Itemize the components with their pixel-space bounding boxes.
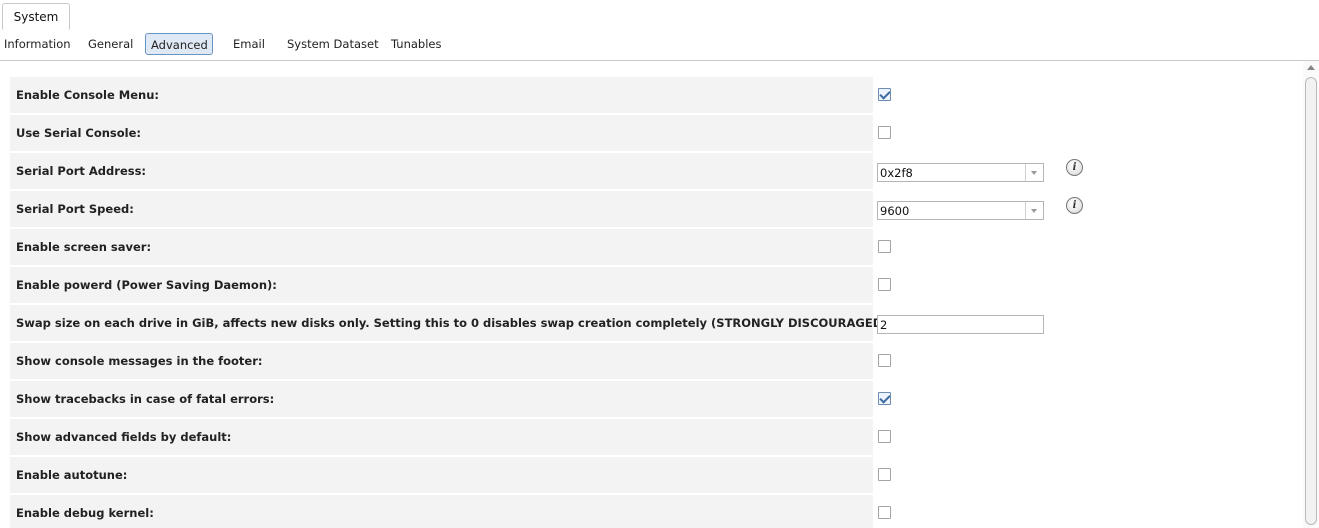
form-row-swap-size: Swap size on each drive in GiB, affects … (10, 305, 1290, 341)
field-label: Serial Port Speed: (10, 191, 873, 227)
form-row-serial-port-address: Serial Port Address: 0x2f8 i (10, 153, 1290, 189)
debug-kernel-checkbox[interactable] (878, 506, 891, 519)
field-label: Use Serial Console: (10, 115, 873, 151)
powerd-checkbox[interactable] (878, 278, 891, 291)
subtab-advanced[interactable]: Advanced (145, 33, 213, 55)
form-row-powerd: Enable powerd (Power Saving Daemon): (10, 267, 1290, 303)
scroll-up-arrow-icon[interactable] (1307, 65, 1315, 70)
form-row-autotune: Enable autotune: (10, 457, 1290, 493)
field-label: Swap size on each drive in GiB, affects … (10, 305, 892, 341)
vertical-scrollbar[interactable] (1303, 61, 1319, 528)
form-row-advanced-fields: Show advanced fields by default: (10, 419, 1290, 455)
form-row-debug-kernel: Enable debug kernel: (10, 495, 1290, 528)
swap-size-input[interactable] (877, 315, 1044, 334)
field-label: Serial Port Address: (10, 153, 873, 189)
info-icon[interactable]: i (1066, 197, 1083, 214)
subtab-system-dataset[interactable]: System Dataset (287, 33, 379, 55)
subtab-general[interactable]: General (88, 33, 133, 55)
advanced-settings-form: Enable Console Menu: Use Serial Console:… (0, 61, 1303, 528)
scrollbar-thumb[interactable] (1305, 77, 1317, 525)
field-label: Show console messages in the footer: (10, 343, 873, 379)
select-value: 0x2f8 (880, 166, 913, 180)
form-row-console-menu: Enable Console Menu: (10, 77, 1290, 113)
console-menu-checkbox[interactable] (878, 88, 891, 101)
serial-console-checkbox[interactable] (878, 126, 891, 139)
form-row-serial-port-speed: Serial Port Speed: 9600 i (10, 191, 1290, 227)
field-label: Show advanced fields by default: (10, 419, 873, 455)
field-label: Enable debug kernel: (10, 495, 873, 528)
chevron-down-icon[interactable] (1025, 202, 1043, 219)
field-label: Enable autotune: (10, 457, 873, 493)
subtab-email[interactable]: Email (233, 33, 265, 55)
serial-port-speed-select[interactable]: 9600 (877, 201, 1044, 220)
form-row-screen-saver: Enable screen saver: (10, 229, 1290, 265)
chevron-down-icon[interactable] (1025, 164, 1043, 181)
field-label: Enable Console Menu: (10, 77, 873, 113)
tracebacks-checkbox[interactable] (878, 392, 891, 405)
select-value: 9600 (880, 204, 910, 218)
field-label: Enable powerd (Power Saving Daemon): (10, 267, 873, 303)
screen-saver-checkbox[interactable] (878, 240, 891, 253)
info-icon[interactable]: i (1066, 159, 1083, 176)
form-row-console-messages: Show console messages in the footer: (10, 343, 1290, 379)
field-label: Show tracebacks in case of fatal errors: (10, 381, 873, 417)
subtab-bar: Information General Advanced Email Syste… (0, 31, 1319, 61)
subtab-tunables[interactable]: Tunables (391, 33, 441, 55)
console-messages-checkbox[interactable] (878, 354, 891, 367)
autotune-checkbox[interactable] (878, 468, 891, 481)
tab-system[interactable]: System (2, 3, 70, 30)
form-row-tracebacks: Show tracebacks in case of fatal errors: (10, 381, 1290, 417)
main-tabbar: System (0, 0, 1319, 32)
form-row-serial-console: Use Serial Console: (10, 115, 1290, 151)
subtab-information[interactable]: Information (4, 33, 71, 55)
field-label: Enable screen saver: (10, 229, 873, 265)
advanced-fields-checkbox[interactable] (878, 430, 891, 443)
serial-port-address-select[interactable]: 0x2f8 (877, 163, 1044, 182)
